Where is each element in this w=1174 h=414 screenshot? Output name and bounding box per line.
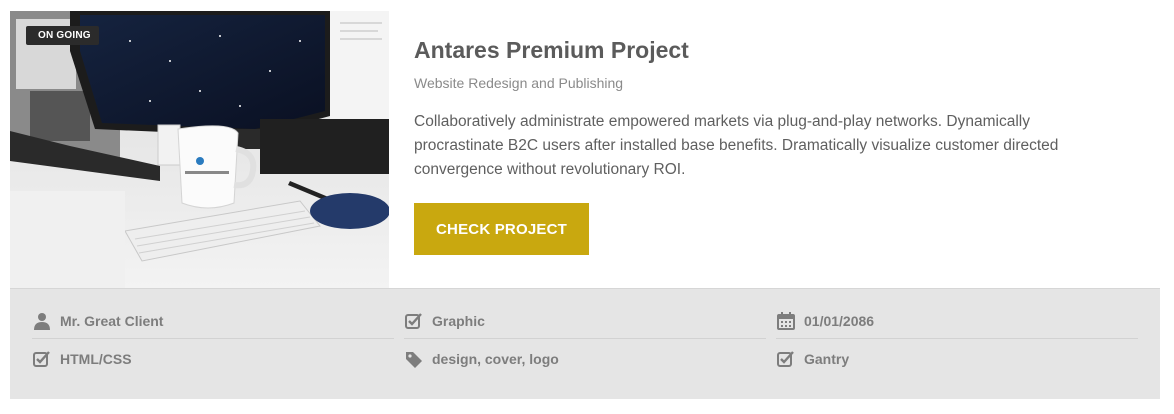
project-hero: ON GOING Antares Premium Project Website… — [10, 11, 1160, 288]
tag-icon — [404, 349, 424, 369]
project-subtitle: Website Redesign and Publishing — [414, 75, 624, 91]
project-description: Collaboratively administrate empowered m… — [414, 113, 1059, 178]
category-name: Graphic — [432, 312, 485, 329]
user-icon — [32, 311, 52, 331]
project-date: 01/01/2086 — [804, 312, 875, 329]
meta-date: 01/01/2086 — [776, 303, 1138, 339]
meta-category: Graphic — [404, 303, 766, 339]
check-project-button[interactable]: CHECK PROJECT — [414, 203, 589, 255]
client-name: Mr. Great Client — [60, 312, 164, 329]
tags-list: design, cover, logo — [432, 351, 559, 367]
checkbox-icon — [32, 349, 52, 369]
checkbox-icon — [776, 349, 796, 369]
technology-name: HTML/CSS — [60, 351, 132, 367]
status-badge: ON GOING — [26, 26, 99, 45]
calendar-icon — [776, 311, 796, 331]
meta-technology: HTML/CSS — [32, 341, 394, 377]
project-title[interactable]: Antares Premium Project — [414, 36, 1134, 64]
meta-client: Mr. Great Client — [32, 303, 394, 339]
project-card: ON GOING Antares Premium Project Website… — [10, 11, 1160, 399]
checkbox-icon — [404, 311, 424, 331]
meta-framework: Gantry — [776, 341, 1138, 377]
project-meta: Mr. Great Client Graphic 01/01/2086 HTML… — [10, 288, 1160, 399]
meta-tags: design, cover, logo — [404, 341, 766, 377]
project-details: Antares Premium Project Website Redesign… — [414, 36, 1134, 182]
framework-name: Gantry — [804, 351, 850, 367]
project-image: ON GOING — [10, 11, 389, 288]
